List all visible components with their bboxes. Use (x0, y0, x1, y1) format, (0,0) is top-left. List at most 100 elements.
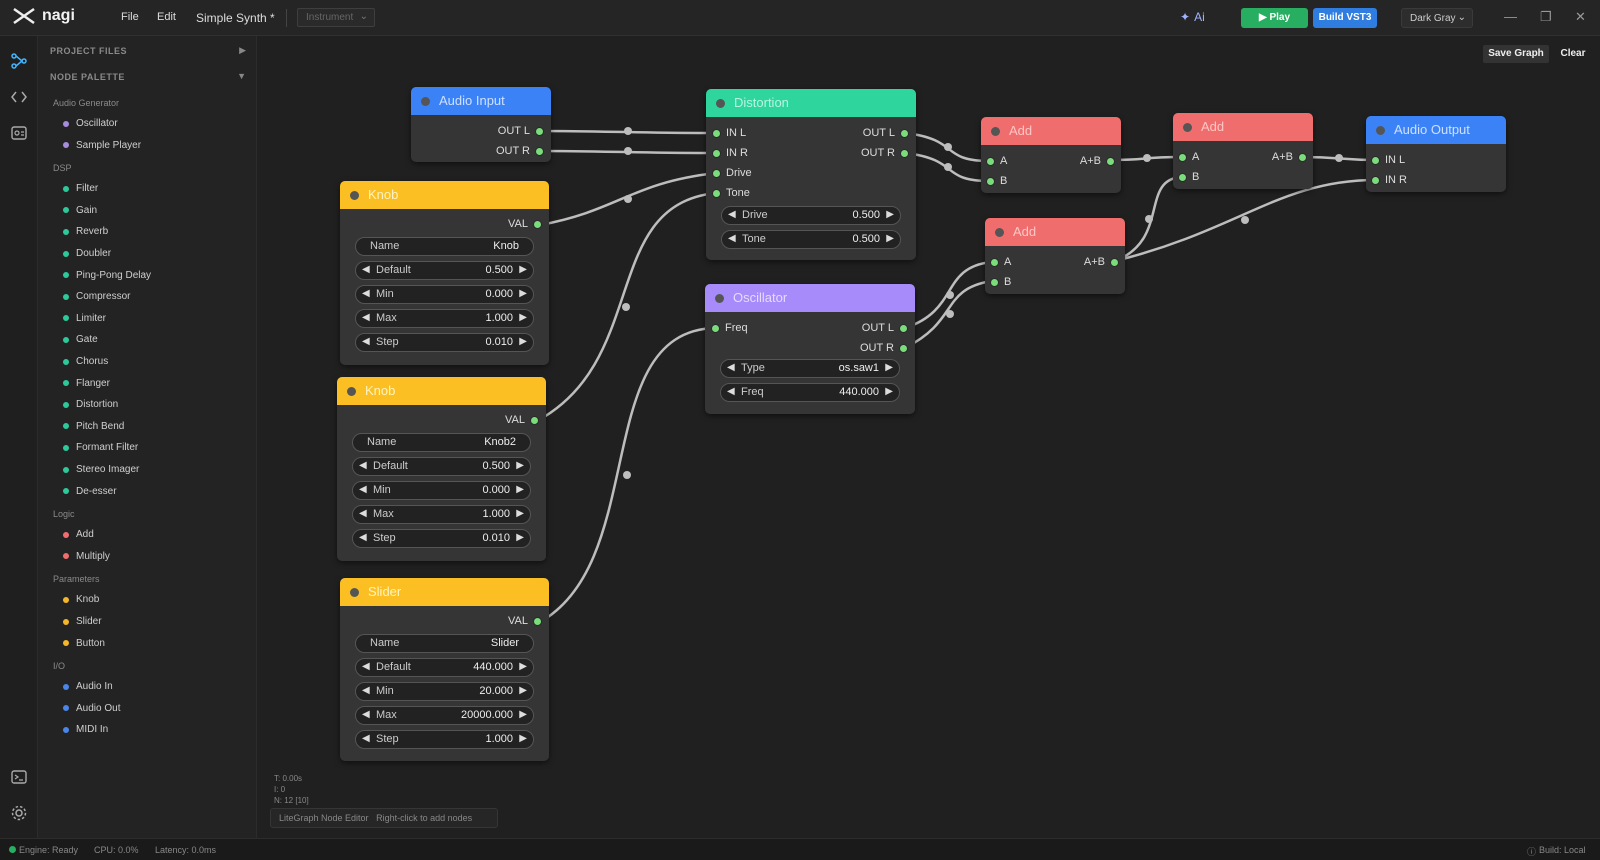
port-dot[interactable] (900, 344, 907, 352)
node-title-bar[interactable]: Add (1173, 113, 1313, 141)
palette-item[interactable]: Distortion (63, 399, 118, 410)
arrow-left-icon[interactable]: ◀ (359, 460, 367, 471)
port-dot[interactable] (1179, 153, 1186, 161)
arrow-left-icon[interactable]: ◀ (727, 386, 735, 397)
input-port-b[interactable]: B (991, 276, 1011, 288)
min-number-widget[interactable]: ◀ Min 0.000 ▶ (352, 481, 531, 500)
theme-select[interactable]: Dark Gray ⌄ (1401, 8, 1473, 28)
terminal-icon[interactable] (10, 768, 28, 786)
palette-item[interactable]: Audio In (63, 681, 113, 692)
output-port-out-r[interactable]: OUT R (496, 145, 543, 157)
max-number-widget[interactable]: ◀ Max 20000.000 ▶ (355, 706, 534, 725)
play-button[interactable]: ▶ Play (1241, 8, 1308, 28)
node-audio-output[interactable]: Audio Output IN L IN R (1366, 116, 1506, 192)
arrow-left-icon[interactable]: ◀ (362, 336, 370, 347)
step-number-widget[interactable]: ◀ Step 0.010 ▶ (355, 333, 534, 352)
arrow-right-icon[interactable]: ▶ (886, 233, 894, 244)
palette-item[interactable]: Compressor (63, 291, 130, 302)
arrow-right-icon[interactable]: ▶ (516, 460, 524, 471)
port-dot[interactable] (1107, 157, 1114, 165)
palette-item[interactable]: Formant Filter (63, 442, 138, 453)
node-title-bar[interactable]: Add (981, 117, 1121, 145)
collapse-dot[interactable] (716, 99, 725, 108)
port-dot[interactable] (1299, 153, 1306, 161)
port-dot[interactable] (900, 324, 907, 332)
port-dot[interactable] (713, 169, 720, 177)
close-icon[interactable]: ✕ (1575, 9, 1586, 25)
collapse-dot[interactable] (421, 97, 430, 106)
name-field[interactable]: Name Knob (355, 237, 534, 256)
node-title-bar[interactable]: Audio Input (411, 87, 551, 115)
name-field[interactable]: Name Knob2 (352, 433, 531, 452)
palette-item[interactable]: Add (63, 529, 94, 540)
arrow-right-icon[interactable]: ▶ (519, 336, 527, 347)
arrow-right-icon[interactable]: ▶ (519, 709, 527, 720)
ai-button[interactable]: ✦ Ai (1180, 10, 1205, 24)
node-add[interactable]: Add A B A+B (981, 117, 1121, 193)
palette-item[interactable]: Gain (63, 205, 97, 216)
input-port-in-l[interactable]: IN L (713, 127, 746, 139)
palette-item[interactable]: MIDI In (63, 724, 108, 735)
arrow-right-icon[interactable]: ▶ (519, 312, 527, 323)
menu-edit[interactable]: Edit (157, 11, 176, 23)
port-dot[interactable] (991, 278, 998, 286)
palette-item[interactable]: Doubler (63, 248, 111, 259)
output-port-val[interactable]: VAL (505, 414, 538, 426)
build-vst3-button[interactable]: Build VST3 (1313, 8, 1377, 28)
output-port-out-l[interactable]: OUT L (498, 125, 543, 137)
collapse-dot[interactable] (1183, 123, 1192, 132)
palette-item[interactable]: Reverb (63, 226, 108, 237)
node-title-bar[interactable]: Distortion (706, 89, 916, 117)
palette-item[interactable]: Ping-Pong Delay (63, 270, 151, 281)
output-port-sum[interactable]: A+B (1080, 155, 1114, 167)
arrow-right-icon[interactable]: ▶ (886, 209, 894, 220)
port-dot[interactable] (531, 416, 538, 424)
arrow-left-icon[interactable]: ◀ (362, 685, 370, 696)
collapse-dot[interactable] (350, 191, 359, 200)
name-field[interactable]: Name Slider (355, 634, 534, 653)
step-number-widget[interactable]: ◀ Step 0.010 ▶ (352, 529, 531, 548)
min-number-widget[interactable]: ◀ Min 0.000 ▶ (355, 285, 534, 304)
input-port-b[interactable]: B (987, 175, 1007, 187)
palette-item[interactable]: Stereo Imager (63, 464, 139, 475)
output-port-sum[interactable]: A+B (1272, 151, 1306, 163)
node-oscillator[interactable]: Oscillator Freq OUT L OUT R ◀ Type os.saw1… (705, 284, 915, 414)
collapse-dot[interactable] (1376, 126, 1385, 135)
node-palette-header[interactable]: NODE PALETTE (50, 72, 125, 82)
clear-button[interactable]: Clear (1553, 45, 1593, 63)
palette-item[interactable]: Filter (63, 183, 98, 194)
tone-number-widget[interactable]: ◀ Tone 0.500 ▶ (721, 230, 901, 249)
output-port-out-l[interactable]: OUT L (863, 127, 908, 139)
palette-item[interactable]: Slider (63, 616, 102, 627)
node-graph-icon[interactable] (10, 52, 28, 70)
port-dot[interactable] (1179, 173, 1186, 181)
arrow-left-icon[interactable]: ◀ (359, 532, 367, 543)
arrow-left-icon[interactable]: ◀ (728, 209, 736, 220)
arrow-left-icon[interactable]: ◀ (728, 233, 736, 244)
node-title-bar[interactable]: Audio Output (1366, 116, 1506, 144)
min-number-widget[interactable]: ◀ Min 20.000 ▶ (355, 682, 534, 701)
arrow-left-icon[interactable]: ◀ (362, 264, 370, 275)
port-dot[interactable] (534, 220, 541, 228)
output-port-val[interactable]: VAL (508, 615, 541, 627)
port-dot[interactable] (536, 147, 543, 155)
input-port-in-r[interactable]: IN R (713, 147, 748, 159)
collapse-dot[interactable] (350, 588, 359, 597)
palette-item[interactable]: De-esser (63, 486, 117, 497)
port-dot[interactable] (1111, 258, 1118, 266)
palette-item[interactable]: Multiply (63, 551, 110, 562)
minimize-icon[interactable]: — (1504, 9, 1517, 24)
chevron-right-icon[interactable]: ▶ (239, 45, 246, 56)
port-dot[interactable] (901, 129, 908, 137)
save-graph-button[interactable]: Save Graph (1483, 45, 1549, 63)
node-title-bar[interactable]: Knob (337, 377, 546, 405)
port-dot[interactable] (901, 149, 908, 157)
arrow-right-icon[interactable]: ▶ (519, 685, 527, 696)
collapse-dot[interactable] (715, 294, 724, 303)
palette-item[interactable]: Flanger (63, 378, 110, 389)
collapse-dot[interactable] (991, 127, 1000, 136)
arrow-right-icon[interactable]: ▶ (516, 484, 524, 495)
port-dot[interactable] (712, 324, 719, 332)
node-title-bar[interactable]: Add (985, 218, 1125, 246)
arrow-right-icon[interactable]: ▶ (519, 264, 527, 275)
